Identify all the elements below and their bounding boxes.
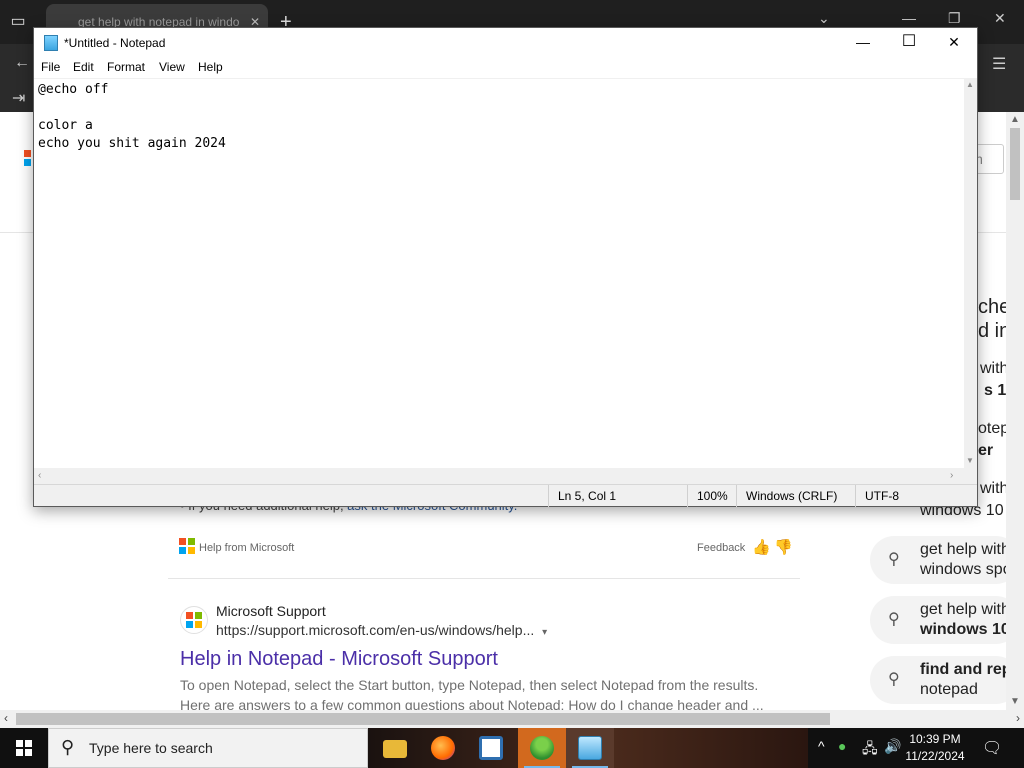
search-icon: ⚲ [888,611,900,628]
menu-icon[interactable]: ☰ [992,54,1006,74]
related-search-suggestion[interactable]: ⚲ get help with windows 10 [870,596,1020,644]
suggestion-line1: find and rep [920,661,1012,678]
notepad-title-bar[interactable]: *Untitled - Notepad — ☐ ✕ [34,28,977,58]
search-icon: ⚲ [888,671,900,688]
show-hidden-icons-icon[interactable]: ^ [818,738,825,754]
scroll-down-icon[interactable]: ▼ [1010,696,1020,707]
cursor-position: Ln 5, Col 1 [548,485,688,507]
firefox-icon [431,736,455,760]
search-placeholder: Type here to search [89,740,213,756]
people-icon [530,736,554,760]
menu-edit[interactable]: Edit [73,60,94,74]
news-icon [479,736,503,760]
menu-view[interactable]: View [159,60,185,74]
help-from-microsoft-label: Help from Microsoft [199,542,295,554]
line-endings: Windows (CRLF) [736,485,856,507]
notification-icon[interactable]: 🗨 [982,738,1002,758]
minimize-button[interactable]: — [840,28,886,58]
side-suggestion-fragment[interactable]: er [978,442,993,460]
browser-minimize-button[interactable]: — [902,10,916,26]
thumbs-down-icon[interactable]: 👎 [774,538,793,556]
menu-bar: File Edit Format View Help [34,58,977,78]
taskbar: ⚲ Type here to search ^ ● 🖧 🔊 10:39 PM 1… [0,728,1024,768]
scroll-left-icon[interactable]: ‹ [38,470,41,481]
related-search-suggestion[interactable]: ⚲ get help with windows spo [870,536,1020,584]
chevron-down-icon[interactable]: ⌄ [818,10,830,27]
suggestion-line2: windows spo [920,561,1012,578]
notepad-icon [578,736,602,760]
browser-close-button[interactable]: ✕ [994,10,1006,27]
tab-list-icon[interactable]: ▭ [8,12,28,32]
result-url[interactable]: https://support.microsoft.com/en-us/wind… [216,622,547,638]
news-app[interactable] [467,728,515,768]
firefox-app[interactable] [419,728,467,768]
suggestion-line2: windows 10 [920,621,1010,638]
notepad-icon [44,35,58,51]
enter-icon[interactable]: ⇥ [12,88,25,108]
close-button[interactable]: ✕ [931,28,977,58]
network-icon[interactable]: 🖧 [862,738,878,762]
result-favicon [180,606,208,634]
result-snippet: To open Notepad, select the Start button… [180,675,780,715]
file-explorer-app[interactable] [371,728,419,768]
editor-content[interactable]: @echo off color a echo you shit again 20… [38,81,226,153]
resize-grip[interactable] [964,468,977,484]
scroll-up-icon[interactable]: ▲ [1010,114,1020,125]
text-editor[interactable]: @echo off color a echo you shit again 20… [34,78,964,468]
taskbar-apps [368,728,808,768]
suggestion-line1: get help with [920,541,1010,558]
result-site-name: Microsoft Support [216,603,326,619]
search-icon: ⚲ [888,551,900,568]
scrollbar-thumb[interactable] [1010,128,1020,200]
status-bar: Ln 5, Col 1 100% Windows (CRLF) UTF-8 [34,484,977,507]
editor-vertical-scrollbar[interactable]: ▲ ▼ [964,78,977,468]
clock[interactable]: 10:39 PM 11/22/2024 [895,731,975,765]
page-vertical-scrollbar[interactable]: ▲ ▼ [1006,112,1024,710]
menu-file[interactable]: File [41,60,60,74]
page-horizontal-scrollbar[interactable]: ‹ › [0,710,1024,728]
zoom-level: 100% [687,485,737,507]
folder-icon [383,740,407,758]
encoding: UTF-8 [855,485,977,507]
microsoft-logo-icon [179,538,195,554]
result-divider [168,578,800,579]
clock-date: 11/22/2024 [905,749,965,763]
clock-time: 10:39 PM [909,732,961,746]
side-suggestion-fragment[interactable]: with [980,360,1008,378]
scroll-up-icon[interactable]: ▲ [966,80,974,89]
scroll-right-icon[interactable]: › [1016,711,1020,725]
start-button[interactable] [0,728,48,768]
suggestion-line1: get help with [920,601,1010,618]
notepad-app[interactable] [566,728,614,768]
result-url-text: https://support.microsoft.com/en-us/wind… [216,622,535,638]
related-search-suggestion[interactable]: ⚲ find and rep notepad [870,656,1020,704]
result-snippet-line: To open Notepad, select the Start button… [180,677,759,693]
editor-horizontal-scrollbar[interactable]: ‹ › [34,468,964,484]
menu-format[interactable]: Format [107,60,145,74]
suggestion-line2: notepad [920,681,978,698]
people-app[interactable] [518,728,566,768]
people-tray-icon[interactable]: ● [838,738,846,754]
scrollbar-thumb[interactable] [16,713,830,725]
side-suggestion-fragment[interactable]: otep [978,420,1009,438]
thumbs-up-icon[interactable]: 👍 [752,538,771,556]
back-icon[interactable]: ← [14,54,30,72]
feedback-link[interactable]: Feedback [697,542,745,554]
side-suggestion-fragment[interactable]: with [980,480,1008,498]
windows-logo-icon [16,740,32,756]
search-icon: ⚲ [61,737,75,757]
scroll-right-icon[interactable]: › [950,470,953,481]
window-title: *Untitled - Notepad [64,36,166,50]
microsoft-logo-icon [186,612,202,628]
maximize-button[interactable]: ☐ [886,28,932,58]
browser-restore-button[interactable]: ❐ [948,10,961,27]
url-caret-icon[interactable]: ▾ [542,627,547,638]
result-title-link[interactable]: Help in Notepad - Microsoft Support [180,648,498,671]
menu-help[interactable]: Help [198,60,223,74]
scroll-down-icon[interactable]: ▼ [966,456,974,465]
taskbar-search-box[interactable]: ⚲ Type here to search [48,728,368,768]
scroll-left-icon[interactable]: ‹ [4,711,8,725]
notepad-window: *Untitled - Notepad — ☐ ✕ File Edit Form… [33,27,978,507]
